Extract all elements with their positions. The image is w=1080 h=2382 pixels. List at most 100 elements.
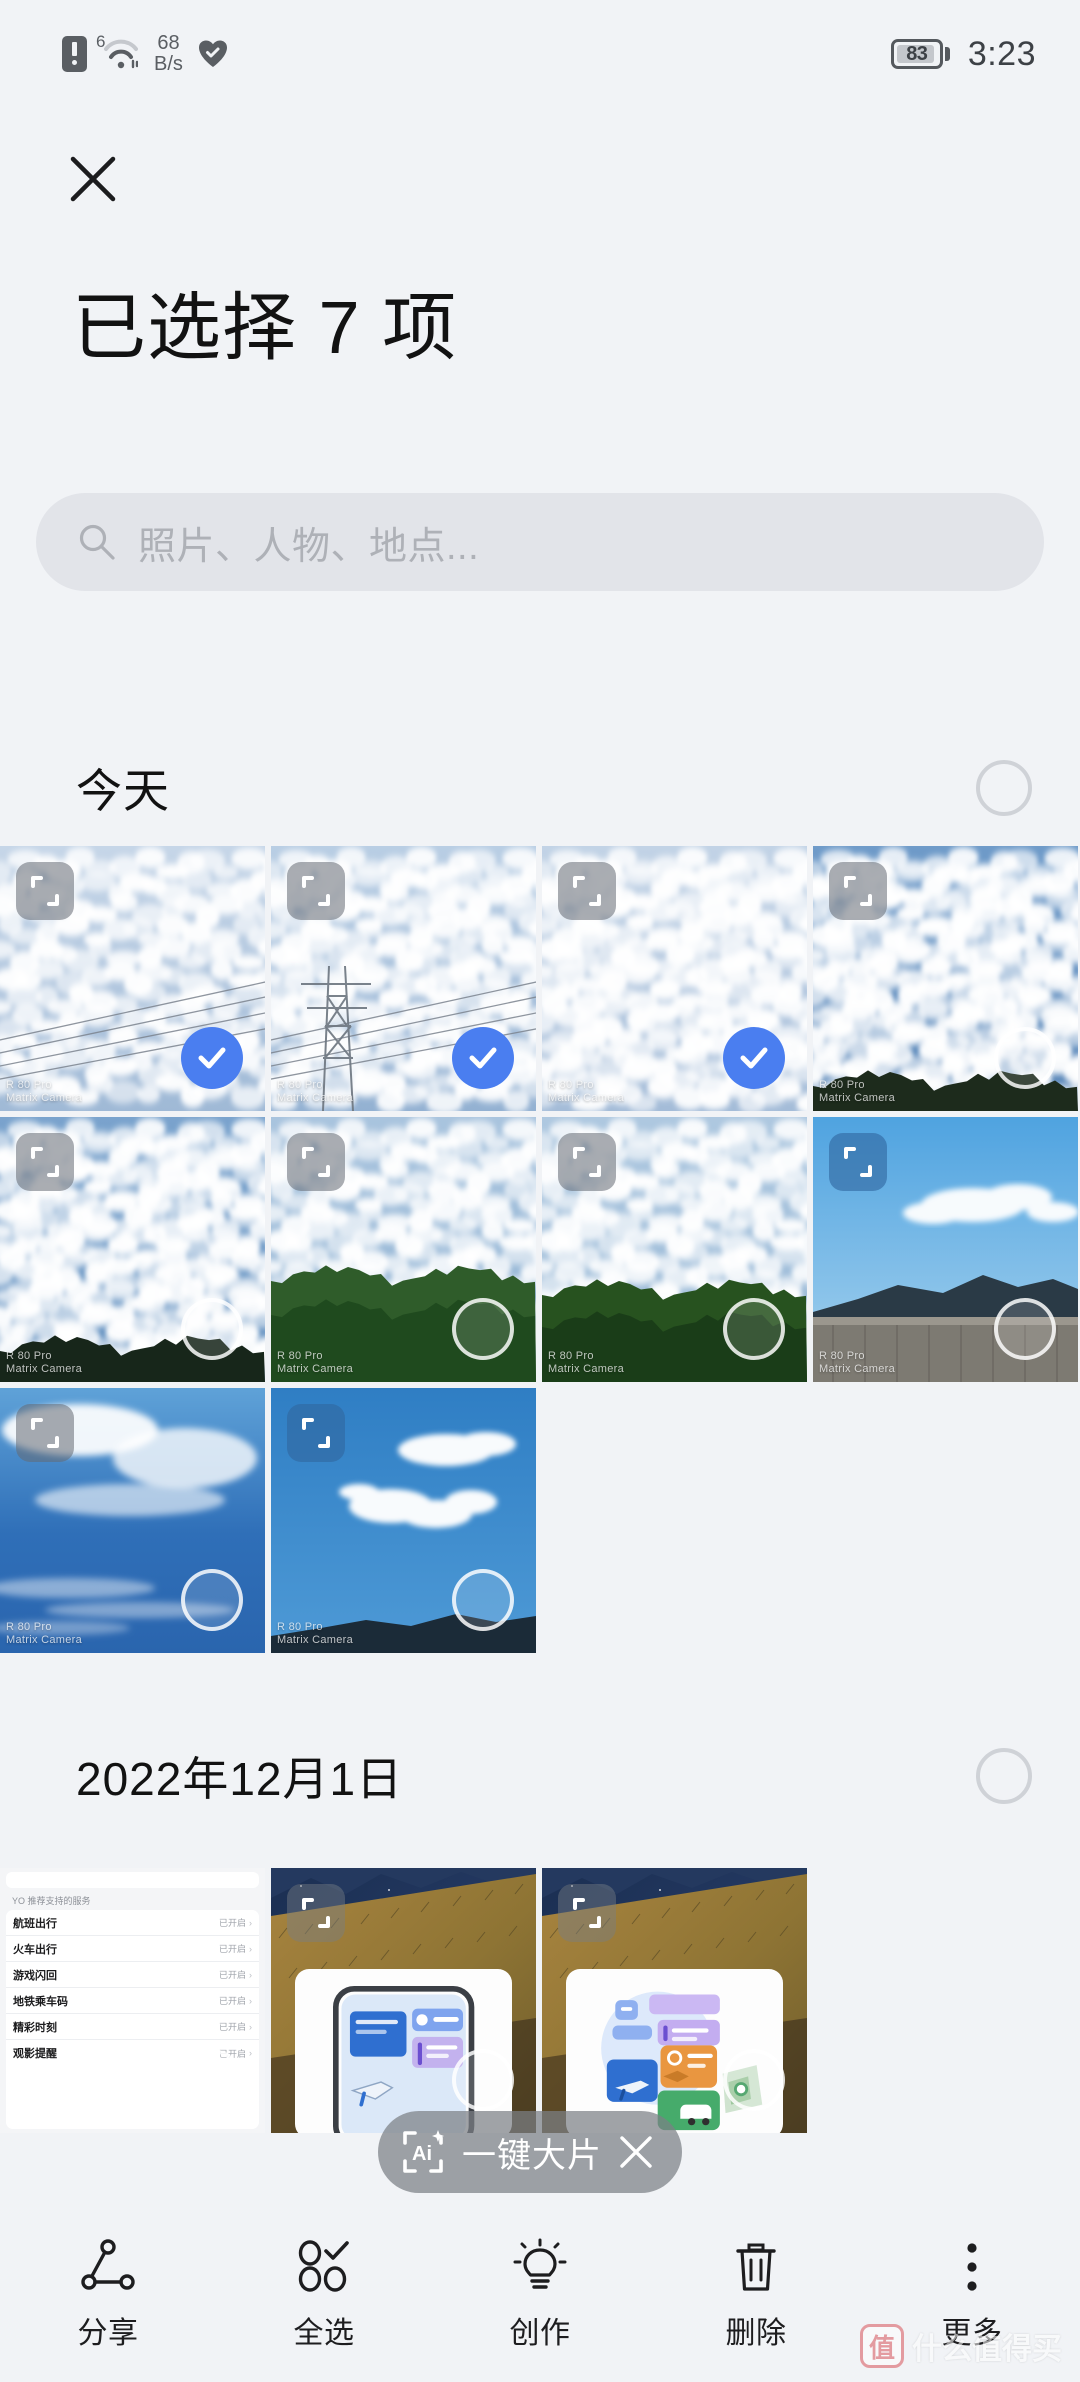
ai-sparkle-icon: Ai bbox=[403, 2130, 444, 2173]
screenshot-promo-phone[interactable] bbox=[271, 1868, 536, 2133]
share-icon bbox=[81, 2239, 135, 2290]
heart-shield-icon bbox=[198, 40, 227, 67]
ai-pill-label: 一键大片 bbox=[462, 2136, 602, 2175]
photo-clouds-dense[interactable]: R 80 Pro Matrix Camera bbox=[542, 846, 807, 1111]
delete-button[interactable]: 删除 bbox=[648, 2236, 864, 2352]
close-button[interactable] bbox=[62, 148, 124, 210]
photo-bluesky-cloud[interactable]: R 80 Pro Matrix Camera bbox=[271, 1388, 536, 1653]
list-item-label: 航班出行 bbox=[13, 1917, 57, 1930]
screenshot-caption: YO 推荐支持的服务 bbox=[12, 1896, 91, 1906]
network-speed-value: 68 bbox=[157, 32, 180, 54]
search-icon bbox=[79, 524, 115, 560]
close-icon bbox=[70, 156, 116, 202]
screenshot-badge-icon bbox=[287, 862, 345, 920]
photo-clouds-trees[interactable]: R 80 Pro Matrix Camera bbox=[271, 1117, 536, 1382]
photo-clouds-pylon[interactable]: R 80 Pro Matrix Camera bbox=[271, 846, 536, 1111]
photo-checkbox-unchecked[interactable] bbox=[181, 1298, 243, 1360]
svg-text:Ai: Ai bbox=[412, 2143, 432, 2165]
status-bar: 6 68 B/s 83 3:23 bbox=[0, 0, 1080, 108]
photo-checkbox-checked[interactable] bbox=[452, 1027, 514, 1089]
photo-picker-screen: 6 68 B/s 83 3:23 已选择 7 项 照片、人物、地点... 今天 … bbox=[0, 0, 1080, 2382]
select-all-label: 全选 bbox=[293, 2317, 355, 2350]
section-title-today: 今天 bbox=[76, 765, 170, 817]
screenshot-badge-icon bbox=[829, 1133, 887, 1191]
status-bar-right: 83 3:23 bbox=[890, 34, 1036, 74]
status-bar-clock: 3:23 bbox=[967, 34, 1036, 73]
search-input[interactable]: 照片、人物、地点... bbox=[36, 493, 1044, 591]
more-label: 更多 bbox=[941, 2317, 1003, 2350]
page-title: 已选择 7 项 bbox=[72, 286, 458, 369]
list-item-status: 已开启 › bbox=[218, 1943, 252, 1955]
chevron-right-icon: › bbox=[249, 2021, 252, 2032]
chevron-right-icon: › bbox=[249, 1969, 252, 1980]
list-item-status: 已开启 › bbox=[218, 1995, 252, 2007]
bottom-toolbar: 分享 全选 创作 删除 更多 bbox=[0, 2222, 1080, 2382]
list-item[interactable]: 精彩时刻 已开启 › bbox=[6, 2014, 259, 2040]
ai-pill-close-icon[interactable] bbox=[616, 2132, 656, 2172]
screenshot-badge-icon bbox=[558, 1884, 616, 1942]
photo-clouds-treeline-1[interactable]: R 80 Pro Matrix Camera bbox=[0, 1117, 265, 1382]
photo-checkbox-unchecked[interactable] bbox=[181, 1569, 243, 1631]
list-item[interactable]: 游戏闪回 已开启 › bbox=[6, 1962, 259, 1988]
photo-clouds-ripple[interactable]: R 80 Pro Matrix Camera bbox=[813, 846, 1078, 1111]
list-item-label: 地铁乘车码 bbox=[13, 1995, 68, 2008]
battery-indicator: 83 bbox=[890, 39, 950, 69]
screenshot-badge-icon bbox=[16, 1404, 74, 1462]
select-all-button[interactable]: 全选 bbox=[216, 2236, 432, 2352]
list-item-status: 已开启 › bbox=[218, 1969, 252, 1981]
list-item[interactable]: 地铁乘车码 已开启 › bbox=[6, 1988, 259, 2014]
photo-checkbox-unchecked[interactable] bbox=[452, 1569, 514, 1631]
network-speed: 68 B/s bbox=[154, 33, 183, 75]
list-item[interactable]: 火车出行 已开启 › bbox=[6, 1936, 259, 1962]
screenshot-promo-cards[interactable] bbox=[542, 1868, 807, 2133]
photo-checkbox-unchecked[interactable] bbox=[181, 2049, 243, 2111]
list-item-status: 已开启 › bbox=[218, 2021, 252, 2033]
photo-checkbox-checked[interactable] bbox=[723, 1027, 785, 1089]
wifi-arcs-icon bbox=[104, 39, 138, 69]
list-item-label: 观影提醒 bbox=[13, 2048, 57, 2060]
photo-bluesky-wispy[interactable]: R 80 Pro Matrix Camera bbox=[0, 1388, 265, 1653]
chevron-right-icon: › bbox=[249, 1995, 252, 2006]
photo-checkbox-unchecked[interactable] bbox=[452, 1298, 514, 1360]
screenshot-badge-icon bbox=[287, 1133, 345, 1191]
more-dots-icon bbox=[967, 2243, 977, 2291]
chevron-right-icon: › bbox=[249, 2048, 252, 2058]
screenshot-badge-icon bbox=[287, 1404, 345, 1462]
photo-bluesky-ridge[interactable]: R 80 Pro Matrix Camera bbox=[813, 1117, 1078, 1382]
photo-checkbox-unchecked[interactable] bbox=[452, 2049, 514, 2111]
photo-checkbox-checked[interactable] bbox=[181, 1027, 243, 1089]
select-all-icon bbox=[298, 2240, 349, 2292]
photo-checkbox-unchecked[interactable] bbox=[723, 2049, 785, 2111]
section-header-date: 2022年12月1日 bbox=[0, 1730, 1080, 1822]
list-item-label: 火车出行 bbox=[13, 1943, 57, 1956]
search-placeholder: 照片、人物、地点... bbox=[138, 525, 480, 568]
section-header-today: 今天 bbox=[0, 742, 1080, 834]
section-select-all-date[interactable] bbox=[976, 1748, 1032, 1804]
share-button[interactable]: 分享 bbox=[0, 2236, 216, 2352]
lightbulb-icon bbox=[513, 2238, 567, 2289]
chevron-right-icon: › bbox=[249, 1943, 252, 1954]
photo-clouds-treeline-2[interactable]: R 80 Pro Matrix Camera bbox=[542, 1117, 807, 1382]
photo-grid-today: R 80 Pro Matrix Camera R 80 Pro Matrix C… bbox=[0, 846, 1080, 1653]
create-label: 创作 bbox=[509, 2317, 571, 2350]
photo-checkbox-unchecked[interactable] bbox=[994, 1298, 1056, 1360]
battery-percent-label: 83 bbox=[906, 42, 928, 65]
photo-checkbox-unchecked[interactable] bbox=[994, 1027, 1056, 1089]
share-label: 分享 bbox=[77, 2317, 139, 2350]
screenshot-suggested-services[interactable]: YO 推荐支持的服务 航班出行 已开启 › 火车出行 已开启 › 游戏闪回 已开启 ›… bbox=[0, 1868, 265, 2133]
create-button[interactable]: 创作 bbox=[432, 2236, 648, 2352]
section-select-all-today[interactable] bbox=[976, 760, 1032, 816]
more-button[interactable]: 更多 bbox=[864, 2236, 1080, 2352]
status-bar-left: 6 68 B/s bbox=[62, 32, 228, 75]
list-item-label: 精彩时刻 bbox=[13, 2021, 57, 2034]
sim-alert-icon bbox=[62, 36, 87, 72]
ai-one-click-movie-pill[interactable]: Ai 一键大片 bbox=[378, 2111, 682, 2193]
wifi-icon: 6 bbox=[96, 32, 142, 74]
photo-checkbox-unchecked[interactable] bbox=[723, 1298, 785, 1360]
list-item[interactable]: 航班出行 已开启 › bbox=[6, 1910, 259, 1936]
photo-clouds-powerline-1[interactable]: R 80 Pro Matrix Camera bbox=[0, 846, 265, 1111]
delete-label: 删除 bbox=[725, 2317, 787, 2350]
screenshot-badge-icon bbox=[16, 862, 74, 920]
trash-icon bbox=[736, 2243, 776, 2291]
photo-grid-date: YO 推荐支持的服务 航班出行 已开启 › 火车出行 已开启 › 游戏闪回 已开启 ›… bbox=[0, 1868, 1080, 2133]
